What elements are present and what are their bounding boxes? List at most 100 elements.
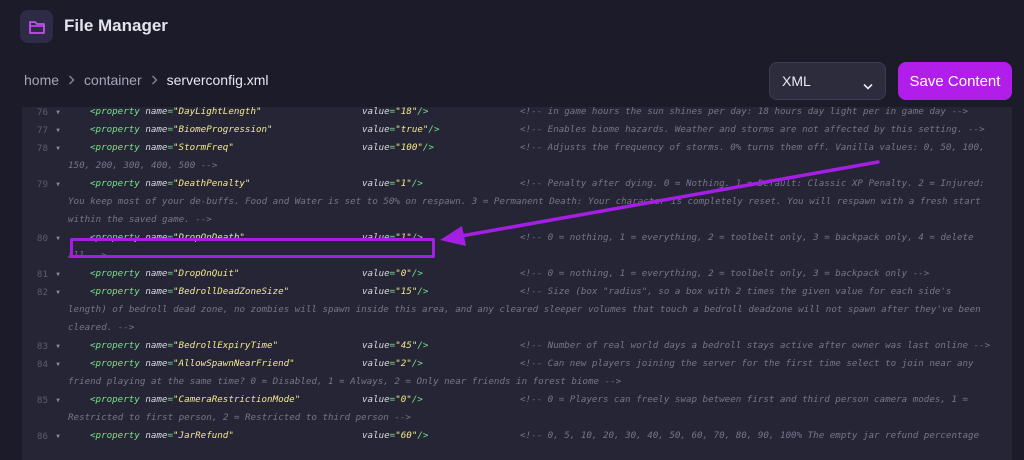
code-comment: <!-- in game hours the sun shines per da…	[520, 107, 969, 117]
code-row: <property name="BedrollExpiryTime" value=…	[68, 337, 998, 355]
property-tag: <property name="CameraRestrictionMode"	[90, 394, 301, 405]
format-select[interactable]: XML	[769, 62, 886, 100]
fold-toggle-icon[interactable]: ▼	[48, 397, 68, 404]
code-line: 77 ▼ <property name="BiomeProgression" valu…	[22, 121, 1012, 139]
top-bar: File Manager	[0, 0, 1024, 52]
code-content: <property name="BedrollDeadZoneSize" valu…	[68, 283, 998, 337]
folder-icon[interactable]	[20, 10, 53, 43]
line-number: 79	[36, 178, 48, 190]
line-gutter: 77 ▼	[22, 121, 68, 139]
code-content: <property name="CameraRestrictionMode" va…	[68, 391, 998, 427]
breadcrumb-home[interactable]: home	[24, 72, 59, 88]
line-number: 81	[36, 268, 48, 280]
code-row: <property name="DropOnQuit" value="0"/> <!…	[68, 265, 998, 283]
code-line: 83 ▼ <property name="BedrollExpiryTime" val…	[22, 337, 1012, 355]
line-gutter: 78 ▼	[22, 139, 68, 157]
line-gutter: 84 ▼	[22, 355, 68, 373]
comment-continuation: friend playing at the same time? 0 = Dis…	[68, 376, 622, 387]
code-line: 76 ▼ <property name="DayLightLength" value=…	[22, 107, 1012, 121]
property-name: "BedrollExpiryTime"	[173, 340, 279, 351]
code-content: <property name="DeathPenalty" value="1"/>…	[68, 175, 998, 229]
fold-toggle-icon[interactable]: ▼	[48, 271, 68, 278]
code-row: <property name="DeathPenalty" value="1"/>…	[68, 175, 998, 193]
code-content: <property name="StormFreq" value="100"/> <…	[68, 139, 998, 175]
fold-toggle-icon[interactable]: ▼	[48, 145, 68, 152]
property-value-attr: value="45"/>	[362, 340, 429, 351]
code-line: 82 ▼ <property name="BedrollDeadZoneSize" v…	[22, 283, 1012, 337]
fold-toggle-icon[interactable]: ▼	[48, 433, 68, 440]
code-lines: 76 ▼ <property name="DayLightLength" value=…	[22, 107, 1012, 445]
property-value: "0"	[395, 394, 412, 405]
code-row: <property name="BedrollDeadZoneSize" valu…	[68, 283, 998, 301]
line-gutter: 83 ▼	[22, 337, 68, 355]
code-line: 84 ▼ <property name="AllowSpawnNearFriend"…	[22, 355, 1012, 391]
code-row: <property name="JarRefund" value="60"/> <!…	[68, 427, 998, 445]
code-content: <property name="DayLightLength" value="18…	[68, 107, 998, 121]
comment-continuation: You keep most of your de-buffs. Food and…	[68, 196, 981, 207]
property-tag: <property name="BedrollExpiryTime"	[90, 340, 279, 351]
property-tag: <property name="AllowSpawnNearFriend"	[90, 358, 295, 369]
property-value: "18"	[395, 107, 418, 117]
property-tag: <property name="DayLightLength"	[90, 107, 262, 117]
chevron-right-icon	[151, 75, 158, 85]
code-comment: <!-- Penalty after dying. 0 = Nothing. 1…	[520, 178, 985, 189]
line-number: 84	[36, 358, 48, 370]
fold-toggle-icon[interactable]: ▼	[48, 289, 68, 296]
comment-continuation: length) of bedroll dead zone, no zombies…	[68, 304, 981, 315]
property-tag: <property name="BiomeProgression"	[90, 124, 273, 135]
property-value-attr: value="0"/>	[362, 394, 423, 405]
fold-toggle-icon[interactable]: ▼	[48, 127, 68, 134]
property-tag: <property name="DeathPenalty"	[90, 178, 251, 189]
save-content-button[interactable]: Save Content	[898, 62, 1012, 100]
line-number: 80	[36, 232, 48, 244]
comment-continuation: cleared. -->	[68, 322, 135, 333]
property-value: "45"	[395, 340, 418, 351]
property-name: "CameraRestrictionMode"	[173, 394, 301, 405]
fold-toggle-icon[interactable]: ▼	[48, 361, 68, 368]
line-gutter: 85 ▼	[22, 391, 68, 409]
line-gutter: 76 ▼	[22, 107, 68, 121]
property-name: "JarRefund"	[173, 430, 234, 441]
code-editor[interactable]: 76 ▼ <property name="DayLightLength" value=…	[22, 107, 1012, 460]
fold-toggle-icon[interactable]: ▼	[48, 343, 68, 350]
property-value: "15"	[395, 286, 418, 297]
property-value-attr: value="2"/>	[362, 358, 423, 369]
line-number: 77	[36, 124, 48, 136]
breadcrumb-file: serverconfig.xml	[166, 72, 269, 88]
property-value: "1"	[395, 178, 412, 189]
property-tag: <property name="BedrollDeadZoneSize"	[90, 286, 290, 297]
comment-continuation: 150, 200, 300, 400, 500 -->	[68, 160, 218, 171]
property-value-attr: value="18"/>	[362, 107, 429, 117]
property-value: "100"	[395, 142, 423, 153]
app-title: File Manager	[64, 16, 168, 35]
property-name: "DeathPenalty"	[173, 178, 251, 189]
code-row: <property name="DayLightLength" value="18…	[68, 107, 998, 121]
property-name: "DayLightLength"	[173, 107, 262, 117]
code-comment: <!-- 0 = nothing, 1 = everything, 2 = to…	[520, 232, 974, 243]
property-name: "StormFreq"	[173, 142, 234, 153]
line-gutter: 86 ▼	[22, 427, 68, 445]
code-row: <property name="StormFreq" value="100"/> <…	[68, 139, 998, 157]
fold-toggle-icon[interactable]: ▼	[48, 235, 68, 242]
line-gutter: 80 ▼	[22, 229, 68, 247]
property-value: "2"	[395, 358, 412, 369]
code-row: <property name="BiomeProgression" value="…	[68, 121, 998, 139]
breadcrumb-container[interactable]: container	[84, 72, 142, 88]
comment-continuation: Restricted to first person, 2 = Restrict…	[68, 412, 411, 423]
property-tag: <property name="DropOnQuit"	[90, 268, 240, 279]
code-content: <property name="BedrollExpiryTime" value=…	[68, 337, 998, 355]
breadcrumb: home container serverconfig.xml	[24, 72, 269, 88]
property-value: "60"	[395, 430, 418, 441]
line-number: 83	[36, 340, 48, 352]
comment-continuation: within the saved game. -->	[68, 214, 212, 225]
code-row: <property name="CameraRestrictionMode" va…	[68, 391, 998, 409]
format-select-value: XML	[782, 73, 811, 89]
code-comment: <!-- Number of real world days a bedroll…	[520, 340, 991, 351]
property-value: "true"	[395, 124, 429, 135]
fold-toggle-icon[interactable]: ▼	[48, 181, 68, 188]
property-value: "0"	[395, 268, 412, 279]
code-line: 78 ▼ <property name="StormFreq" value="100"…	[22, 139, 1012, 175]
fold-toggle-icon[interactable]: ▼	[48, 109, 68, 116]
chevron-down-icon	[863, 77, 873, 93]
code-comment: <!-- 0, 5, 10, 20, 30, 40, 50, 60, 70, 8…	[520, 430, 980, 441]
